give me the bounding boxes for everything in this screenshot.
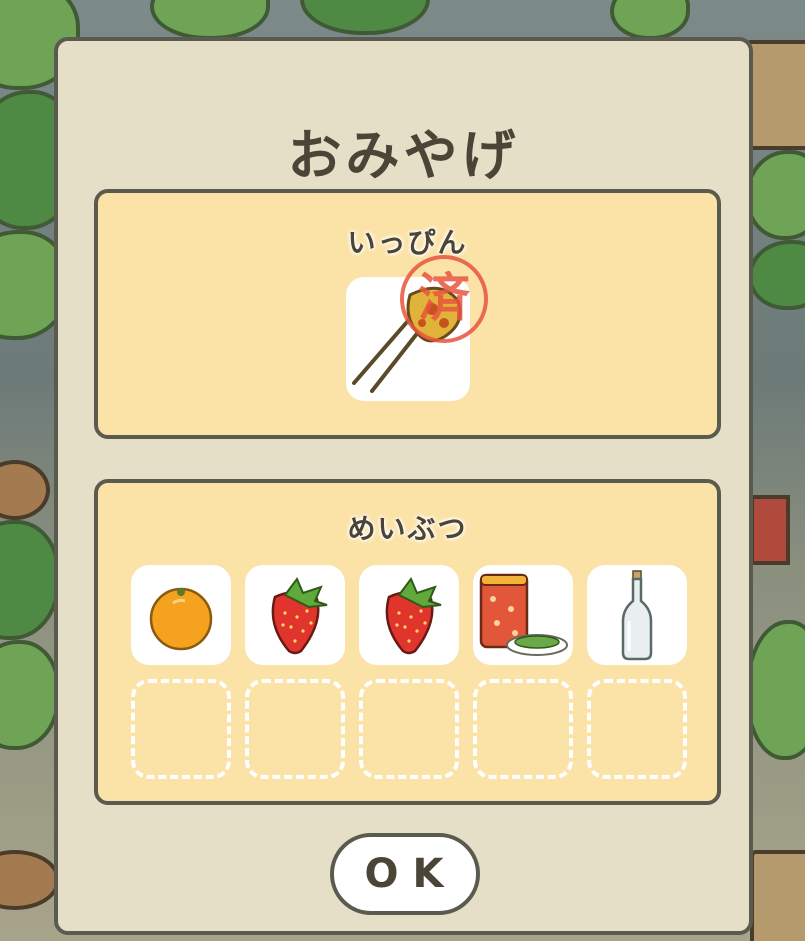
special-item-panel: いっぴん 済 [94, 189, 721, 439]
empty-souvenir-slot [245, 679, 345, 779]
collected-stamp: 済 [400, 255, 488, 343]
empty-souvenir-slot [131, 679, 231, 779]
special-item-heading: いっぴん [347, 226, 468, 259]
souvenir-slot[interactable] [245, 565, 345, 665]
souvenir-slot[interactable] [359, 565, 459, 665]
souvenirs-panel: めいぶつ [94, 479, 721, 805]
wooden-crate [745, 40, 805, 150]
souvenirs-heading: めいぶつ [347, 512, 468, 545]
empty-souvenir-slot [587, 679, 687, 779]
orange-icon [149, 587, 213, 651]
ok-button[interactable]: OK [330, 833, 480, 915]
dialog-title: おみやげ [287, 124, 520, 187]
souvenir-slot[interactable] [131, 565, 231, 665]
glass-bottle-icon [621, 570, 653, 661]
strawberry-icon [385, 577, 442, 655]
collected-stamp-text: 済 [417, 268, 470, 329]
souvenir-slot[interactable] [587, 565, 687, 665]
souvenir-dialog: おみやげ いっぴん 済 めいぶつ OK [54, 37, 753, 935]
strawberry-icon [271, 577, 328, 655]
souvenir-slot[interactable] [473, 565, 573, 665]
tea-canister-icon [479, 573, 568, 656]
wooden-sign [750, 850, 805, 941]
special-item-slot[interactable]: 済 [346, 255, 488, 401]
empty-souvenir-slot [359, 679, 459, 779]
empty-souvenir-slot [473, 679, 573, 779]
mailbox-post [750, 495, 790, 565]
